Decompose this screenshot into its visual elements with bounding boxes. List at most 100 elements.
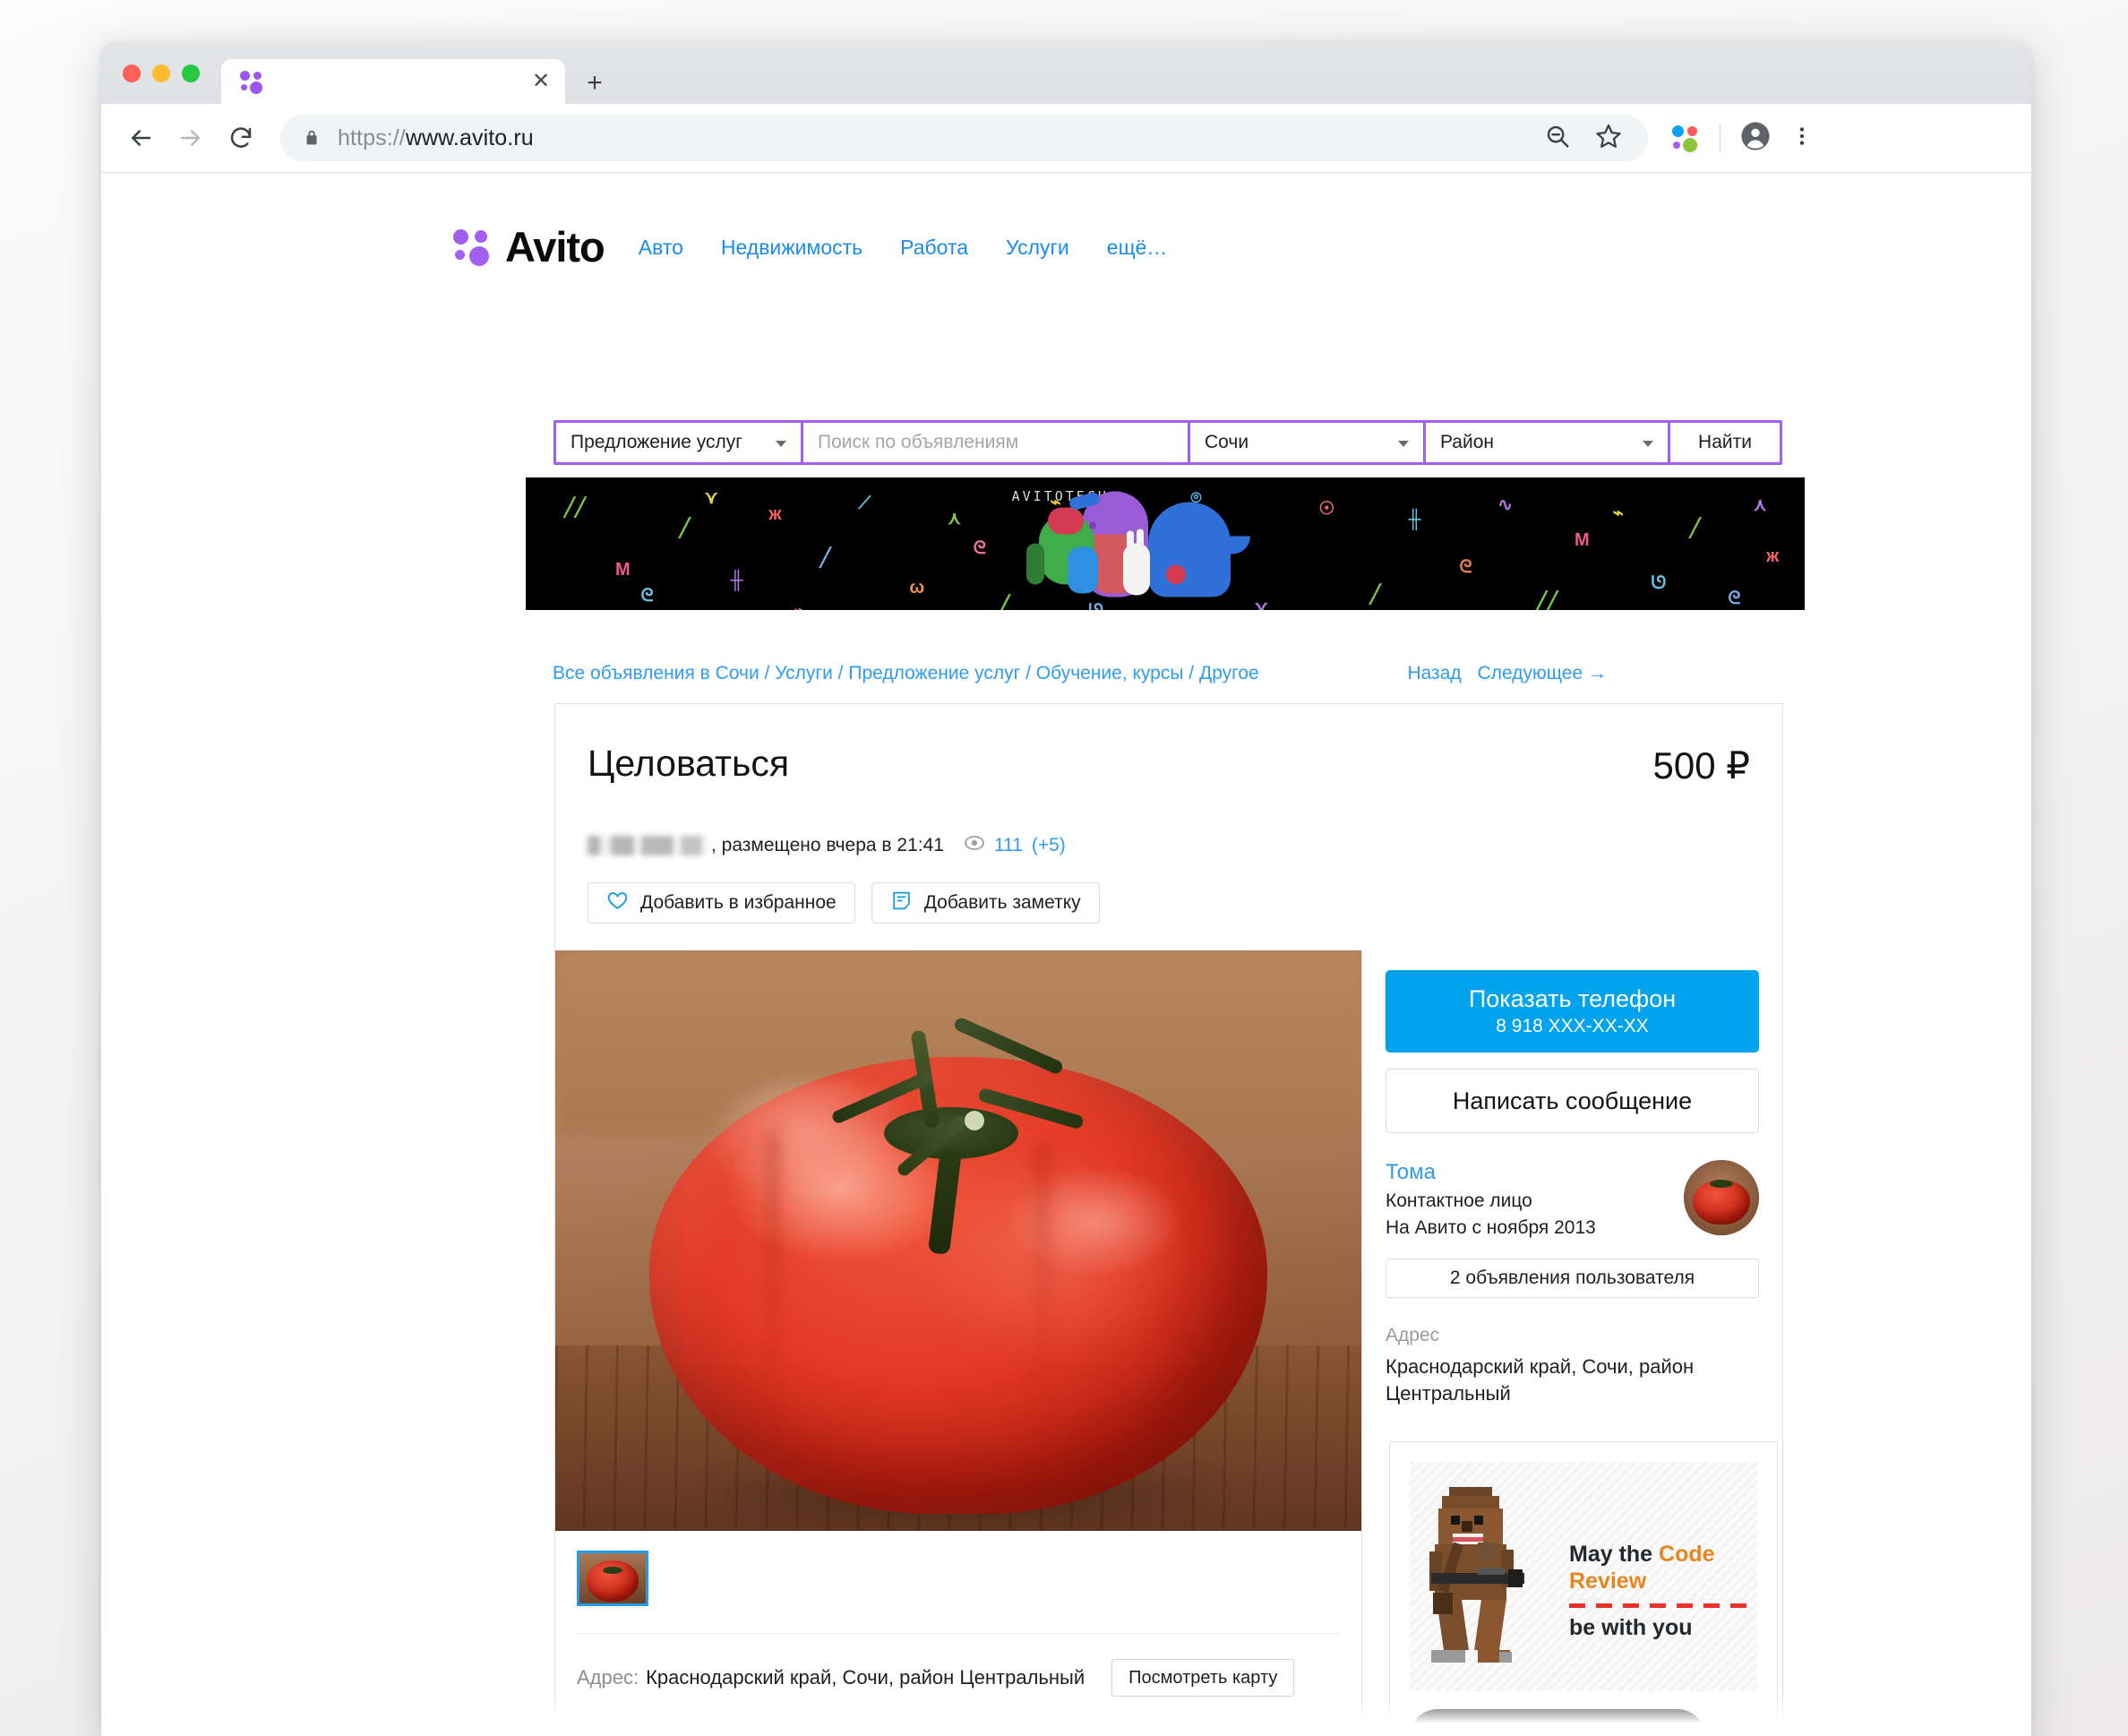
browser-toolbar: https://www.avito.ru xyxy=(101,104,2031,173)
nav-item-realestate[interactable]: Недвижимость xyxy=(721,236,862,260)
browser-tab[interactable]: ✕ xyxy=(221,59,565,104)
page-title: Целоваться xyxy=(588,743,790,784)
add-to-favorites-label: Добавить в избранное xyxy=(640,892,837,913)
kebab-menu-icon[interactable] xyxy=(1790,123,1814,154)
site-header: Avito Авто Недвижимость Работа Услуги ещ… xyxy=(453,227,1167,268)
rail-address-value: Краснодарский край, Сочи, район Централь… xyxy=(1386,1355,1695,1405)
seller-block: Тома Контактное лицо На Авито с ноября 2… xyxy=(1386,1160,1759,1239)
avito-favicon xyxy=(239,69,264,94)
seller-name-blurred xyxy=(588,836,711,855)
ad-hero-image[interactable] xyxy=(555,950,1361,1531)
view-map-button[interactable]: Посмотреть карту xyxy=(1111,1659,1295,1697)
nav-item-services[interactable]: Услуги xyxy=(1006,236,1069,260)
top-navigation: Авто Недвижимость Работа Услуги ещё… xyxy=(639,236,1168,260)
district-select[interactable]: Район xyxy=(1426,423,1668,462)
seller-ads-button[interactable]: 2 объявления пользователя xyxy=(1386,1259,1759,1298)
views-count: 111 xyxy=(993,835,1023,855)
blog-promo-card[interactable]: May the Code Review be with you Статья в… xyxy=(1389,1441,1778,1736)
maximize-window-button[interactable] xyxy=(182,64,200,82)
ad-address-row: Адрес: Краснодарский край, Сочи, район Ц… xyxy=(577,1633,1340,1697)
ad-meta: , размещено вчера в 21:41 111 (+5) xyxy=(555,832,1782,859)
reload-button[interactable] xyxy=(221,118,261,158)
promo-line1: May the Code Review xyxy=(1569,1541,1757,1594)
promo-line2: be with you xyxy=(1569,1615,1693,1640)
category-select-value: Предложение услуг xyxy=(571,432,742,452)
nav-item-jobs[interactable]: Работа xyxy=(900,236,968,260)
prev-ad-link[interactable]: Назад xyxy=(1407,663,1461,684)
avito-extension-icon[interactable] xyxy=(1671,124,1700,152)
close-window-button[interactable] xyxy=(123,64,141,82)
ad-gallery-column: Адрес: Краснодарский край, Сочи, район Ц… xyxy=(555,950,1361,1736)
heart-icon xyxy=(606,889,629,917)
search-input-wrap[interactable] xyxy=(803,423,1188,462)
breadcrumb-item-4[interactable]: Другое xyxy=(1199,663,1259,683)
avitotech-mascot-art xyxy=(1017,488,1313,600)
avitotech-banner[interactable]: AVITOTECH ╱╱ M ╱ ᘓ ╫ ж ⋎ ╱ ⟋ ω ⋏ ⌁ ╱ ⌁ ᘎ… xyxy=(526,477,1805,610)
star-icon[interactable] xyxy=(1594,122,1623,155)
breadcrumb-separator: / xyxy=(759,663,776,683)
back-button[interactable] xyxy=(121,118,160,158)
promo-line1-plain: May the xyxy=(1569,1542,1660,1567)
browser-tab-strip: ✕ + xyxy=(101,41,2031,104)
close-icon[interactable]: ✕ xyxy=(526,66,556,97)
account-icon[interactable] xyxy=(1740,121,1771,156)
chevron-down-icon xyxy=(1643,441,1653,447)
seller-name-link[interactable]: Тома xyxy=(1386,1160,1684,1185)
search-input[interactable] xyxy=(818,432,1173,453)
new-tab-button[interactable]: + xyxy=(579,68,610,99)
chewbacca-pixel-art: May the Code Review be with you xyxy=(1410,1462,1757,1691)
page-viewport: Avito Авто Недвижимость Работа Услуги ещ… xyxy=(101,173,2031,1736)
chevron-down-icon xyxy=(776,441,786,447)
breadcrumb-item-0[interactable]: Все объявления в Сочи xyxy=(553,663,759,683)
breadcrumb-separator: / xyxy=(1020,663,1036,683)
seller-role: Контактное лицо xyxy=(1386,1190,1532,1211)
minimize-window-button[interactable] xyxy=(152,64,170,82)
breadcrumb-item-1[interactable]: Услуги xyxy=(775,663,833,683)
show-phone-button[interactable]: Показать телефон 8 918 XXX-XX-XX xyxy=(1386,970,1759,1053)
seller-member-since: На Авито с ноября 2013 xyxy=(1386,1217,1596,1238)
add-to-favorites-button[interactable]: Добавить в избранное xyxy=(588,882,855,924)
thumbnail-strip xyxy=(555,1531,1361,1606)
send-message-button[interactable]: Написать сообщение xyxy=(1386,1069,1759,1133)
rail-address-label: Адрес xyxy=(1386,1325,1440,1345)
chewbacca-icon xyxy=(1426,1487,1533,1671)
breadcrumb-separator: / xyxy=(1183,663,1199,683)
next-ad-link[interactable]: Следующее → xyxy=(1478,663,1607,684)
views-new-count: (+5) xyxy=(1031,835,1066,855)
thumbnail-item[interactable] xyxy=(577,1551,648,1606)
avito-logo[interactable]: Avito xyxy=(453,227,605,268)
breadcrumb-item-3[interactable]: Обучение, курсы xyxy=(1036,663,1184,683)
toolbar-right-actions xyxy=(1671,121,1837,156)
address-bar[interactable]: https://www.avito.ru xyxy=(280,115,1648,161)
district-select-value: Район xyxy=(1440,432,1494,452)
forward-button[interactable] xyxy=(171,118,210,158)
avito-logo-icon xyxy=(453,227,494,268)
ad-posted-text: , размещено вчера в 21:41 xyxy=(711,835,944,855)
breadcrumb-item-2[interactable]: Предложение услуг xyxy=(848,663,1020,683)
category-select[interactable]: Предложение услуг xyxy=(556,423,801,462)
avito-logo-text: Avito xyxy=(505,223,605,271)
nav-item-auto[interactable]: Авто xyxy=(639,236,683,260)
zoom-out-icon[interactable] xyxy=(1544,123,1571,154)
blog-article-button[interactable]: Статья в блоге Авито xyxy=(1410,1709,1705,1736)
add-note-button[interactable]: Добавить заметку xyxy=(871,882,1100,924)
ad-actions: Добавить в избранное Добавить заметку xyxy=(555,882,1782,924)
views-counter: 111 (+5) xyxy=(964,832,1066,859)
ad-price: 500 ₽ xyxy=(1652,744,1750,786)
seller-details: Тома Контактное лицо На Авито с ноября 2… xyxy=(1386,1160,1684,1239)
ad-description: Приглашаются все мальчики подросткового … xyxy=(577,1723,1293,1736)
nav-item-more[interactable]: ещё… xyxy=(1107,236,1168,260)
note-icon xyxy=(890,889,913,917)
add-note-label: Добавить заметку xyxy=(923,892,1081,913)
address-value: Краснодарский край, Сочи, район Централь… xyxy=(646,1666,1085,1689)
eye-icon xyxy=(964,832,985,859)
city-select[interactable]: Сочи xyxy=(1190,423,1423,462)
show-phone-label: Показать телефон xyxy=(1468,985,1677,1012)
address-label: Адрес: xyxy=(577,1666,639,1689)
search-submit-button[interactable]: Найти xyxy=(1670,423,1780,462)
chevron-down-icon xyxy=(1398,441,1409,447)
pagination-controls: Назад Следующее → xyxy=(1407,663,1607,684)
promo-copy: May the Code Review be with you xyxy=(1569,1541,1757,1641)
avatar[interactable] xyxy=(1684,1160,1759,1235)
promo-dashed-rule xyxy=(1569,1603,1757,1608)
